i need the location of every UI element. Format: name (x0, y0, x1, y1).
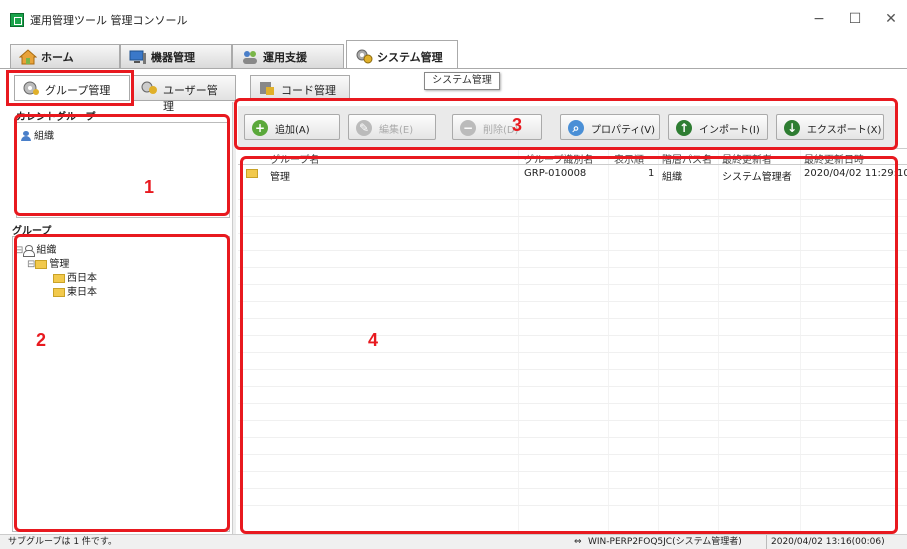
tab-system[interactable]: システム管理 (346, 40, 458, 68)
status-time: 2020/04/02 13:16(00:06) (766, 535, 885, 549)
annotation-box-1 (14, 114, 230, 216)
minimize-button[interactable]: − (804, 8, 834, 30)
user-gear-icon (141, 81, 157, 94)
tab-devices[interactable]: 機器管理 (120, 44, 232, 68)
tab-label: ホーム (41, 51, 74, 64)
subtab-user-management[interactable]: ユーザー管理 (132, 75, 236, 113)
annotation-number-2: 2 (36, 330, 47, 350)
tab-label: 運用支援 (263, 51, 307, 64)
network-icon: ⇔ (574, 537, 582, 547)
tab-home[interactable]: ホーム (10, 44, 120, 68)
status-bar: サブグループは 1 件です。 ⇔ WIN-PERP2FOQ5JC(システム管理者… (0, 534, 907, 549)
annotation-box-2 (14, 234, 230, 532)
status-message: サブグループは 1 件です。 (8, 537, 118, 547)
window-title: 運用管理ツール 管理コンソール (30, 14, 188, 27)
tab-label: システム管理 (377, 51, 443, 64)
subtab-label: コード管理 (281, 84, 336, 97)
tab-label: 機器管理 (151, 51, 195, 64)
pane-splitter[interactable] (232, 102, 236, 534)
annotation-box-3 (234, 98, 898, 150)
people-icon (243, 51, 257, 64)
code-icon (260, 82, 274, 95)
app-icon (10, 13, 24, 27)
annotation-number-1: 1 (144, 177, 155, 197)
annotation-box-4 (240, 156, 898, 534)
highlight-group-management-tab (6, 70, 134, 106)
main-tabs: ホーム 機器管理 運用支援 システム管理 (0, 40, 907, 68)
annotation-number-4: 4 (368, 330, 379, 350)
tooltip: システム管理 (424, 72, 500, 90)
maximize-button[interactable]: ☐ (840, 8, 870, 30)
tab-operations[interactable]: 運用支援 (232, 44, 344, 68)
home-icon (19, 49, 37, 65)
close-button[interactable]: ✕ (876, 8, 906, 30)
title-bar: 運用管理ツール 管理コンソール − ☐ ✕ (0, 0, 907, 40)
annotation-number-3: 3 (512, 115, 523, 135)
status-host: WIN-PERP2FOQ5JC(システム管理者) (588, 537, 742, 547)
computer-icon (129, 50, 146, 64)
gears-icon (356, 49, 373, 64)
